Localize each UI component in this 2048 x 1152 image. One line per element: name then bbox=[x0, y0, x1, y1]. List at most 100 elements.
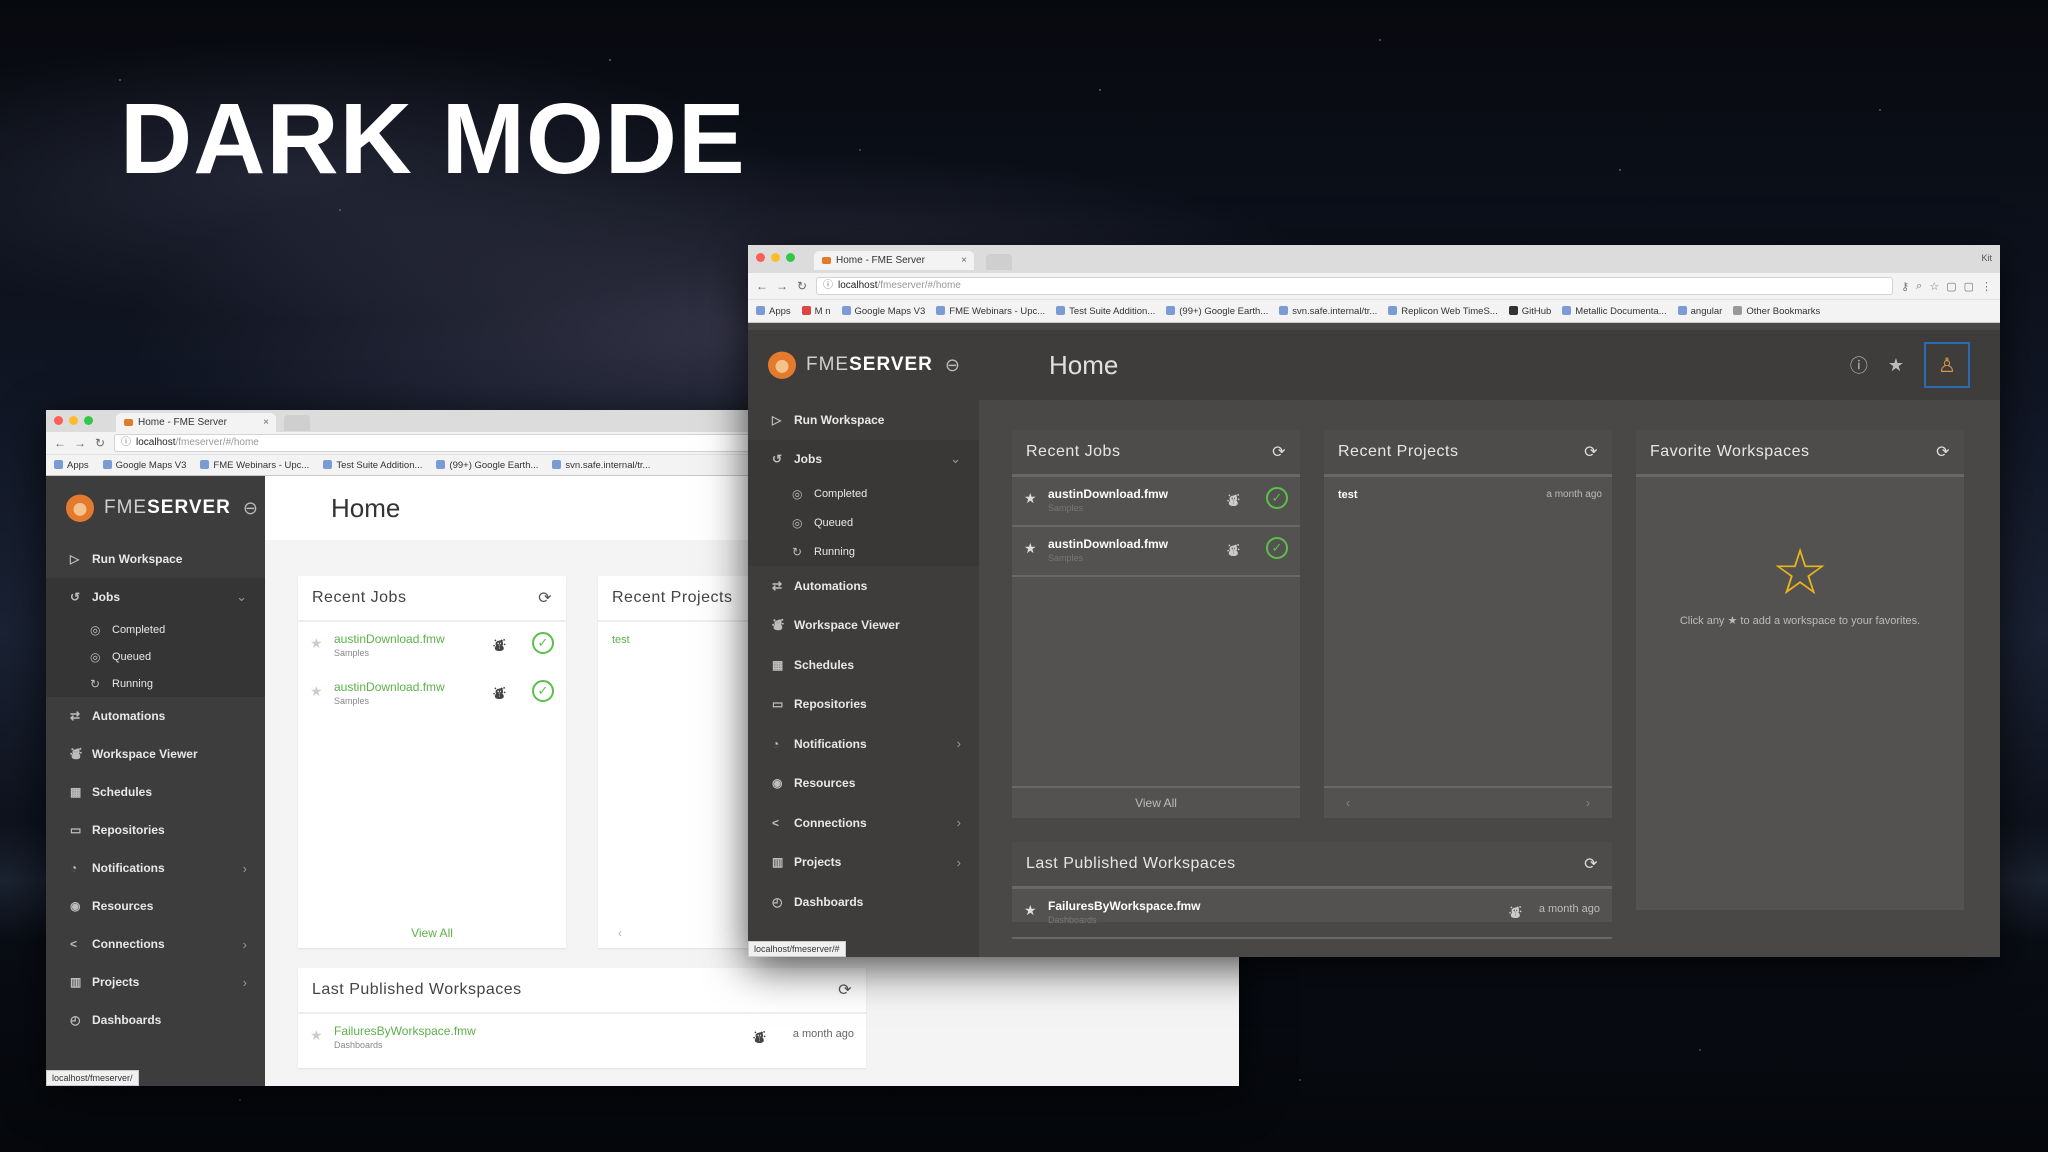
binoculars-icon[interactable]: ⛇ bbox=[753, 1028, 766, 1047]
browser-tab[interactable]: Home - FME Server × bbox=[116, 413, 276, 432]
bookmark-item[interactable]: svn.safe.internal/tr... bbox=[1279, 305, 1377, 317]
sidebar-item-dashboards[interactable]: ◴ Dashboards bbox=[748, 882, 979, 922]
refresh-icon[interactable]: ⟳ bbox=[1272, 442, 1286, 462]
sidebar-item-jobs[interactable]: ↺ Jobs ⌄ bbox=[748, 439, 979, 479]
bookmark-item[interactable]: Google Maps V3 bbox=[102, 459, 186, 471]
other-bookmarks[interactable]: Other Bookmarks bbox=[1733, 305, 1820, 317]
sidebar-item-completed[interactable]: ◎ Completed bbox=[748, 479, 979, 508]
favorites-star-icon[interactable]: ★ bbox=[1888, 355, 1904, 376]
sidebar-item-schedules[interactable]: ▦ Schedules bbox=[748, 645, 979, 685]
bookmark-item[interactable]: Metallic Documenta... bbox=[1562, 305, 1667, 317]
help-icon[interactable]: ⓘ bbox=[1850, 352, 1868, 378]
job-name[interactable]: austinDownload.fmw bbox=[334, 680, 445, 694]
refresh-icon[interactable]: ⟳ bbox=[1584, 854, 1598, 874]
new-tab-button[interactable] bbox=[284, 415, 310, 431]
sidebar-item-completed[interactable]: ◎ Completed bbox=[46, 616, 265, 643]
sidebar-item-running[interactable]: ↻ Running bbox=[46, 670, 265, 697]
bookmark-item[interactable]: angular bbox=[1677, 305, 1722, 317]
reload-icon[interactable]: ↻ bbox=[796, 279, 808, 293]
refresh-icon[interactable]: ⟳ bbox=[1936, 442, 1950, 462]
bookmark-item[interactable]: FME Webinars - Upc... bbox=[200, 459, 309, 471]
favorite-star-icon[interactable]: ★ bbox=[310, 635, 323, 652]
zoom-icon[interactable]: ⌕ bbox=[1916, 280, 1922, 293]
bookmark-star-icon[interactable]: ☆ bbox=[1929, 280, 1939, 293]
minimize-window-button[interactable] bbox=[69, 416, 78, 425]
forward-icon[interactable]: → bbox=[776, 279, 788, 293]
previous-page-icon[interactable]: ‹ bbox=[618, 926, 622, 940]
refresh-icon[interactable]: ⟳ bbox=[538, 588, 552, 608]
extension-icon[interactable]: ▢ bbox=[1946, 280, 1956, 293]
binoculars-icon[interactable]: ⛇ bbox=[1227, 541, 1240, 560]
browser-user-label[interactable]: Kit bbox=[1981, 253, 1992, 263]
sidebar-item-running[interactable]: ↻ Running bbox=[748, 537, 979, 566]
refresh-icon[interactable]: ⟳ bbox=[1584, 442, 1598, 462]
bookmark-item[interactable]: Apps bbox=[54, 459, 89, 471]
job-name[interactable]: austinDownload.fmw bbox=[334, 632, 445, 646]
extension-icon[interactable]: ▢ bbox=[1964, 280, 1974, 293]
favorite-star-icon[interactable]: ★ bbox=[1024, 902, 1037, 919]
close-tab-icon[interactable]: × bbox=[961, 251, 967, 270]
list-item[interactable]: ★ austinDownload.fmw Samples ⛇ ✓ bbox=[1012, 477, 1300, 527]
binoculars-icon[interactable]: ⛇ bbox=[493, 684, 506, 703]
list-item[interactable]: ★ FailuresByWorkspace.fmw Dashboards ⛇ a… bbox=[298, 1014, 866, 1062]
reload-icon[interactable]: ↻ bbox=[94, 436, 106, 450]
key-icon[interactable]: ⚷ bbox=[1901, 280, 1909, 293]
sidebar-item-resources[interactable]: ◉ Resources bbox=[46, 887, 265, 925]
sidebar-item-projects[interactable]: ▥ Projects › bbox=[748, 843, 979, 883]
sidebar-item-repositories[interactable]: ▭ Repositories bbox=[46, 811, 265, 849]
list-item[interactable]: test a month ago bbox=[1324, 477, 1612, 509]
sidebar-item-notifications[interactable]: ◔ Notifications › bbox=[46, 849, 265, 887]
sidebar-item-repositories[interactable]: ▭ Repositories bbox=[748, 685, 979, 725]
binoculars-icon[interactable]: ⛇ bbox=[1227, 491, 1240, 510]
job-name[interactable]: austinDownload.fmw bbox=[1048, 487, 1168, 501]
bookmark-item[interactable]: (99+) Google Earth... bbox=[1166, 305, 1268, 317]
sidebar-item-run-workspace[interactable]: ▷ Run Workspace bbox=[748, 400, 979, 440]
sidebar-item-queued[interactable]: ◎ Queued bbox=[46, 643, 265, 670]
view-all-link[interactable]: View All bbox=[298, 918, 566, 948]
fme-server-logo[interactable]: FMESERVER ⊖ bbox=[46, 476, 265, 540]
next-page-icon[interactable]: › bbox=[1586, 796, 1590, 810]
sidebar-item-dashboards[interactable]: ◴ Dashboards bbox=[46, 1001, 265, 1039]
sidebar-item-queued[interactable]: ◎ Queued bbox=[748, 508, 979, 537]
close-window-button[interactable] bbox=[756, 253, 765, 262]
bookmark-item[interactable]: Google Maps V3 bbox=[841, 305, 925, 317]
list-item[interactable]: ★ austinDownload.fmw Samples ⛇ ✓ bbox=[298, 670, 566, 718]
bookmark-item[interactable]: FME Webinars - Upc... bbox=[936, 305, 1045, 317]
project-name[interactable]: test bbox=[612, 634, 630, 646]
previous-page-icon[interactable]: ‹ bbox=[1346, 796, 1350, 810]
bookmark-item[interactable]: Apps bbox=[756, 305, 791, 317]
sidebar-item-automations[interactable]: ⇄ Automations bbox=[46, 697, 265, 735]
bookmark-item[interactable]: (99+) Google Earth... bbox=[436, 459, 538, 471]
menu-icon[interactable]: ⋮ bbox=[1981, 280, 1992, 293]
fme-server-logo[interactable]: FMESERVER ⊖ bbox=[748, 330, 979, 400]
close-tab-icon[interactable]: × bbox=[263, 413, 269, 432]
bookmark-item[interactable]: M n bbox=[801, 305, 831, 317]
bookmark-item[interactable]: svn.safe.internal/tr... bbox=[552, 459, 650, 471]
sidebar-item-automations[interactable]: ⇄ Automations bbox=[748, 566, 979, 606]
sign-out-icon[interactable]: ⊖ bbox=[945, 355, 961, 376]
maximize-window-button[interactable] bbox=[786, 253, 795, 262]
address-bar[interactable]: ⓘ localhost/fmeserver/#/home bbox=[816, 277, 1894, 295]
project-name[interactable]: test bbox=[1338, 489, 1358, 501]
binoculars-icon[interactable]: ⛇ bbox=[493, 636, 506, 655]
sidebar-item-connections[interactable]: < Connections › bbox=[46, 925, 265, 963]
sidebar-item-workspace-viewer[interactable]: ⛇ Workspace Viewer bbox=[46, 735, 265, 773]
close-window-button[interactable] bbox=[54, 416, 63, 425]
sidebar-item-notifications[interactable]: ◔ Notifications › bbox=[748, 724, 979, 764]
favorite-star-icon[interactable]: ★ bbox=[1024, 540, 1037, 557]
favorite-star-icon[interactable]: ★ bbox=[1024, 490, 1037, 507]
back-icon[interactable]: ← bbox=[756, 279, 768, 293]
back-icon[interactable]: ← bbox=[54, 436, 66, 450]
binoculars-icon[interactable]: ⛇ bbox=[1509, 903, 1522, 922]
favorite-star-icon[interactable]: ★ bbox=[310, 1027, 323, 1044]
bookmark-item[interactable]: Replicon Web TimeS... bbox=[1388, 305, 1498, 317]
sidebar-item-resources[interactable]: ◉ Resources bbox=[748, 764, 979, 804]
list-item[interactable]: ★ austinDownload.fmw Samples ⛇ ✓ bbox=[1012, 527, 1300, 577]
browser-tab[interactable]: Home - FME Server × bbox=[814, 251, 974, 270]
bookmark-item[interactable]: Test Suite Addition... bbox=[1056, 305, 1155, 317]
view-all-link[interactable]: View All bbox=[1012, 786, 1300, 818]
maximize-window-button[interactable] bbox=[84, 416, 93, 425]
forward-icon[interactable]: → bbox=[74, 436, 86, 450]
workspace-name[interactable]: FailuresByWorkspace.fmw bbox=[1048, 899, 1201, 913]
sidebar-item-jobs[interactable]: ↺ Jobs ⌄ bbox=[46, 578, 265, 616]
